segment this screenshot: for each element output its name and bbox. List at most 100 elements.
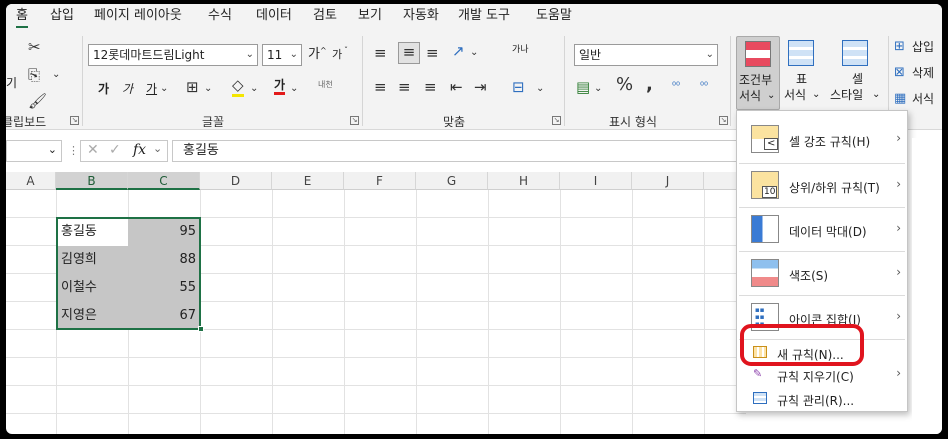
italic-button[interactable]: 가 — [122, 82, 133, 96]
column-header-a[interactable]: A — [6, 172, 56, 190]
menu-item-top-bottom-rules[interactable]: 10 상위/하위 규칙(T) › — [737, 165, 907, 205]
manage-rules-icon — [753, 392, 767, 404]
shrink-font-button[interactable]: 가 — [332, 48, 342, 62]
tab-page-layout[interactable]: 페이지 레이아웃 — [94, 6, 182, 28]
highlight-rules-label: 셀 강조 규칙(H) — [789, 135, 871, 149]
bold-button[interactable]: 가 — [98, 82, 109, 96]
format-cells-label[interactable]: 서식 — [912, 92, 934, 106]
tab-insert[interactable]: 삽입 — [50, 6, 74, 28]
divider — [82, 36, 83, 126]
enter-icon[interactable]: ✓ — [109, 142, 121, 158]
format-as-table-button[interactable]: 표 서식 ⌄ — [782, 36, 826, 110]
font-color-button[interactable]: 가 — [274, 78, 286, 95]
font-size-select[interactable]: 11 ⌄ — [262, 44, 302, 66]
column-header-j[interactable]: J — [632, 172, 704, 190]
column-header-b[interactable]: B — [56, 172, 128, 190]
merge-center-icon[interactable]: ⊟ — [512, 78, 525, 96]
chevron-down-icon[interactable]: ⌄ — [48, 143, 57, 156]
percent-icon[interactable]: % — [616, 76, 633, 94]
format-painter-icon[interactable]: 🖌 — [28, 92, 47, 110]
column-header-e[interactable]: E — [272, 172, 344, 190]
formula-input[interactable]: 홍길동 — [172, 140, 762, 162]
phonetic-button[interactable]: 내천 — [318, 78, 333, 92]
align-top-icon[interactable]: ≡ — [374, 44, 387, 62]
fill-dropdown-icon[interactable]: ⌄ — [250, 80, 258, 98]
menu-item-data-bars[interactable]: 데이터 막대(D) › — [737, 209, 907, 249]
copy-icon[interactable]: ⎘ — [28, 66, 40, 84]
decrease-indent-icon[interactable]: ⇤ — [450, 78, 463, 96]
accounting-dropdown-icon[interactable]: ⌄ — [594, 80, 602, 98]
number-format-select[interactable]: 일반 ⌄ — [574, 44, 718, 66]
conditional-formatting-button[interactable]: 조건부 서식 ⌄ — [736, 36, 780, 110]
align-middle-icon[interactable]: ≡ — [398, 42, 420, 64]
fill-handle[interactable] — [198, 326, 204, 332]
color-scales-label: 색조(S) — [789, 269, 829, 283]
tab-developer[interactable]: 개발 도구 — [458, 6, 510, 28]
insert-function-button[interactable]: fx — [133, 142, 146, 158]
border-dropdown-icon[interactable]: ⌄ — [204, 80, 212, 98]
clipboard-launcher-icon[interactable]: ↘ — [70, 116, 79, 125]
orientation-dropdown-icon[interactable]: ⌄ — [470, 44, 478, 62]
chevron-right-icon: › — [896, 221, 901, 235]
column-header-i[interactable]: I — [560, 172, 632, 190]
insert-cells-label[interactable]: 삽입 — [912, 40, 934, 54]
cancel-icon[interactable]: ✕ — [87, 142, 99, 158]
alignment-launcher-icon[interactable]: ↘ — [552, 116, 561, 125]
insert-cells-icon[interactable]: ⊞ — [894, 38, 905, 56]
font-launcher-icon[interactable]: ↘ — [350, 116, 359, 125]
delete-cells-icon[interactable]: ⊠ — [894, 64, 905, 82]
align-center-icon[interactable]: ≡ — [398, 78, 411, 96]
align-right-icon[interactable]: ≡ — [424, 78, 437, 96]
table-format-icon — [788, 40, 814, 66]
shrink-font-arrow-icon: ˇ — [344, 46, 348, 55]
column-header-f[interactable]: F — [344, 172, 416, 190]
tab-formulas[interactable]: 수식 — [208, 6, 232, 28]
font-name-select[interactable]: 12롯데마트드림Light ⌄ — [88, 44, 258, 66]
paste-label[interactable]: 기 — [6, 76, 17, 90]
menu-item-manage-rules[interactable]: 규칙 관리(R)... — [737, 387, 907, 411]
menu-item-highlight-rules[interactable]: < 셀 강조 규칙(H) › — [737, 119, 907, 159]
menu-item-color-scales[interactable]: 색조(S) › — [737, 253, 907, 293]
divider — [564, 36, 565, 126]
grow-font-button[interactable]: 가 — [308, 48, 320, 62]
underline-dropdown-icon[interactable]: ⌄ — [160, 80, 168, 98]
menu-separator — [739, 251, 905, 252]
accounting-format-icon[interactable]: ▤ — [576, 78, 590, 96]
delete-cells-label[interactable]: 삭제 — [912, 66, 934, 80]
more-options-icon[interactable]: ⋮ — [68, 144, 79, 157]
cut-icon[interactable]: ✂ — [28, 38, 41, 56]
column-header-g[interactable]: G — [416, 172, 488, 190]
tab-view[interactable]: 보기 — [358, 6, 382, 28]
grow-font-arrow-icon: ^ — [320, 46, 327, 55]
gridline — [6, 413, 746, 414]
number-launcher-icon[interactable]: ↘ — [719, 116, 728, 125]
underline-button[interactable]: 가 — [146, 82, 157, 96]
copy-dropdown-icon[interactable]: ⌄ — [52, 66, 60, 84]
table-format-label-2: 서식 — [784, 88, 807, 102]
increase-decimal-icon[interactable]: ⁰⁰ — [672, 78, 680, 96]
cell-styles-button[interactable]: 셀 스타일 ⌄ — [828, 36, 888, 110]
border-icon[interactable]: ⊞ — [186, 78, 199, 96]
tab-automate[interactable]: 자동화 — [403, 6, 439, 28]
column-header-h[interactable]: H — [488, 172, 560, 190]
format-cells-icon[interactable]: ▦ — [894, 90, 906, 108]
comma-style-icon[interactable]: , — [646, 76, 653, 94]
divider — [362, 36, 363, 126]
wrap-text-button[interactable]: 가나 — [512, 46, 529, 55]
tab-review[interactable]: 검토 — [313, 6, 337, 28]
align-bottom-icon[interactable]: ≡ — [426, 44, 439, 62]
column-header-d[interactable]: D — [200, 172, 272, 190]
column-header-c[interactable]: C — [128, 172, 200, 190]
merge-dropdown-icon[interactable]: ⌄ — [536, 80, 544, 98]
font-color-dropdown-icon[interactable]: ⌄ — [290, 80, 298, 98]
name-box[interactable]: ⌄ — [6, 140, 62, 162]
tab-data[interactable]: 데이터 — [256, 6, 292, 28]
decrease-decimal-icon[interactable]: ⁰⁰ — [700, 78, 708, 96]
fill-color-icon[interactable]: ◇ — [232, 76, 244, 97]
chevron-down-icon[interactable]: ⌄ — [153, 142, 162, 155]
tab-help[interactable]: 도움말 — [536, 6, 572, 28]
increase-indent-icon[interactable]: ⇥ — [474, 78, 487, 96]
tab-home[interactable]: 홈 — [16, 6, 28, 28]
align-left-icon[interactable]: ≡ — [374, 78, 387, 96]
orientation-icon[interactable]: ↗ — [452, 42, 465, 60]
